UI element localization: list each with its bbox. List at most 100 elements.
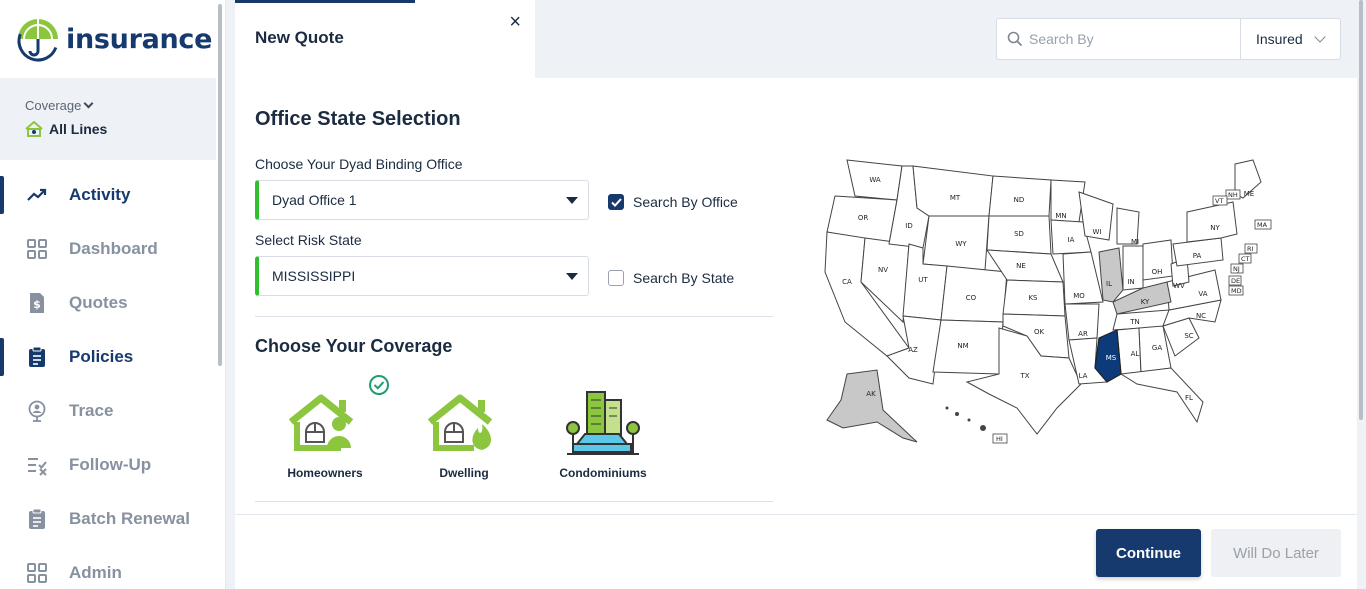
svg-text:CO: CO bbox=[966, 294, 977, 302]
close-icon[interactable]: × bbox=[509, 12, 521, 32]
svg-text:AL: AL bbox=[1131, 350, 1140, 358]
svg-text:MO: MO bbox=[1073, 292, 1085, 300]
svg-text:IL: IL bbox=[1106, 280, 1112, 288]
svg-text:KS: KS bbox=[1028, 294, 1038, 302]
sidebar-item-label: Batch Renewal bbox=[69, 509, 190, 528]
coverage-option-condominiums[interactable]: Condominiums bbox=[543, 386, 663, 486]
sidebar-item-follow-up[interactable]: Follow-Up bbox=[0, 438, 216, 492]
svg-text:MT: MT bbox=[950, 194, 961, 202]
state-MT[interactable] bbox=[912, 165, 994, 217]
sidebar-item-admin[interactable]: Admin bbox=[0, 546, 216, 589]
sidebar-item-dashboard[interactable]: Dashboard bbox=[0, 222, 216, 276]
umbrella-logo-icon bbox=[17, 19, 59, 62]
svg-text:GA: GA bbox=[1152, 344, 1162, 352]
sidebar-item-label: Trace bbox=[69, 401, 114, 420]
search-icon bbox=[1007, 31, 1023, 47]
search-type-select[interactable]: Insured bbox=[1240, 19, 1340, 59]
state-NY[interactable] bbox=[1186, 201, 1238, 243]
sidebar-nav: Activity Dashboard $ Quotes Policies Tra… bbox=[0, 168, 216, 589]
svg-text:WV: WV bbox=[1173, 282, 1185, 290]
svg-text:VA: VA bbox=[1198, 290, 1207, 298]
svg-text:UT: UT bbox=[918, 276, 928, 284]
tab-new-quote[interactable]: New Quote × bbox=[235, 0, 535, 78]
sidebar-item-trace[interactable]: Trace bbox=[0, 384, 216, 438]
state-select[interactable]: MISSISSIPPI bbox=[255, 256, 589, 296]
clipboard-list-icon bbox=[26, 508, 48, 530]
svg-text:AK: AK bbox=[866, 390, 876, 398]
state-label: Select Risk State bbox=[255, 232, 362, 248]
homeowners-icon bbox=[288, 394, 354, 451]
sidebar-item-activity[interactable]: Activity bbox=[0, 168, 216, 222]
chevron-left-icon[interactable]: ‹ bbox=[206, 30, 211, 48]
svg-text:MI: MI bbox=[1131, 238, 1139, 246]
svg-text:MN: MN bbox=[1055, 212, 1066, 220]
us-state-map: WA OR CA NV ID MT WY UT AZ CO NM ND SD NE KS OK TX MN… bbox=[824, 159, 1272, 444]
main-scrollbar[interactable] bbox=[1359, 0, 1363, 420]
search-by-office-checkbox[interactable]: Search By Office bbox=[608, 194, 738, 210]
sidebar-item-label: Admin bbox=[69, 563, 122, 582]
main-panel: Office State Selection Choose Your Dyad … bbox=[235, 78, 1357, 514]
office-value: Dyad Office 1 bbox=[272, 192, 357, 208]
condominiums-icon bbox=[566, 391, 640, 455]
svg-text:NM: NM bbox=[957, 342, 968, 350]
dwelling-fire-icon bbox=[427, 394, 493, 451]
grid-icon bbox=[26, 238, 48, 260]
svg-text:RI: RI bbox=[1247, 245, 1254, 253]
svg-text:LA: LA bbox=[1079, 372, 1088, 380]
svg-text:IA: IA bbox=[1068, 236, 1075, 244]
coverage-label: Coverage bbox=[25, 98, 82, 113]
coverage-option-homeowners[interactable]: Homeowners bbox=[265, 386, 385, 486]
svg-text:HI: HI bbox=[996, 435, 1003, 443]
svg-text:NY: NY bbox=[1210, 224, 1220, 232]
state-AK[interactable] bbox=[826, 369, 918, 443]
coverage-selector[interactable]: Coverage All Lines bbox=[0, 78, 216, 160]
svg-text:$: $ bbox=[33, 298, 41, 311]
coverage-option-label: Condominiums bbox=[559, 466, 647, 480]
office-label: Choose Your Dyad Binding Office bbox=[255, 156, 463, 172]
svg-text:MD: MD bbox=[1231, 287, 1242, 295]
checkbox-empty-icon bbox=[608, 270, 624, 286]
chevron-down-icon bbox=[1314, 31, 1326, 43]
will-do-later-button[interactable]: Will Do Later bbox=[1211, 529, 1341, 577]
caret-down-icon bbox=[566, 197, 578, 204]
coverage-option-dwelling[interactable]: Dwelling bbox=[404, 386, 524, 486]
sidebar-item-quotes[interactable]: $ Quotes bbox=[0, 276, 216, 330]
svg-text:OK: OK bbox=[1034, 328, 1045, 336]
sidebar-item-batch-renewal[interactable]: Batch Renewal bbox=[0, 492, 216, 546]
svg-text:FL: FL bbox=[1185, 394, 1193, 402]
svg-text:MS: MS bbox=[1106, 354, 1117, 362]
chevron-down-icon bbox=[83, 98, 94, 109]
trend-icon bbox=[26, 184, 48, 206]
sidebar-item-label: Policies bbox=[69, 347, 134, 366]
svg-text:AZ: AZ bbox=[908, 346, 918, 354]
svg-text:KY: KY bbox=[1141, 298, 1150, 306]
grid-icon bbox=[26, 562, 48, 584]
brand-name: insurance bbox=[66, 23, 213, 55]
svg-text:IN: IN bbox=[1127, 278, 1134, 286]
svg-text:SD: SD bbox=[1014, 230, 1024, 238]
svg-text:NV: NV bbox=[878, 266, 888, 274]
svg-text:WA: WA bbox=[869, 176, 881, 184]
divider bbox=[255, 316, 773, 317]
action-bar: Continue Will Do Later bbox=[235, 514, 1357, 589]
state-value: MISSISSIPPI bbox=[272, 268, 356, 284]
svg-text:CA: CA bbox=[842, 278, 852, 286]
svg-text:CT: CT bbox=[1241, 255, 1250, 263]
list-check-icon bbox=[26, 454, 48, 476]
svg-text:DE: DE bbox=[1231, 277, 1240, 285]
sidebar-item-policies[interactable]: Policies bbox=[0, 330, 216, 384]
search-by-state-checkbox[interactable]: Search By State bbox=[608, 270, 734, 286]
house-icon bbox=[25, 121, 43, 137]
svg-text:ND: ND bbox=[1014, 196, 1025, 204]
svg-text:NC: NC bbox=[1196, 312, 1206, 320]
sidebar-scrollbar[interactable] bbox=[218, 4, 222, 366]
search-input[interactable] bbox=[1029, 31, 1239, 47]
svg-text:WI: WI bbox=[1093, 228, 1102, 236]
office-select[interactable]: Dyad Office 1 bbox=[255, 180, 589, 220]
search-bar: Insured bbox=[996, 18, 1341, 60]
checkbox-checked-icon bbox=[608, 194, 624, 210]
continue-button[interactable]: Continue bbox=[1096, 529, 1201, 577]
search-by-office-label: Search By Office bbox=[633, 194, 738, 210]
svg-text:OR: OR bbox=[858, 214, 869, 222]
state-IL[interactable] bbox=[1098, 247, 1124, 303]
